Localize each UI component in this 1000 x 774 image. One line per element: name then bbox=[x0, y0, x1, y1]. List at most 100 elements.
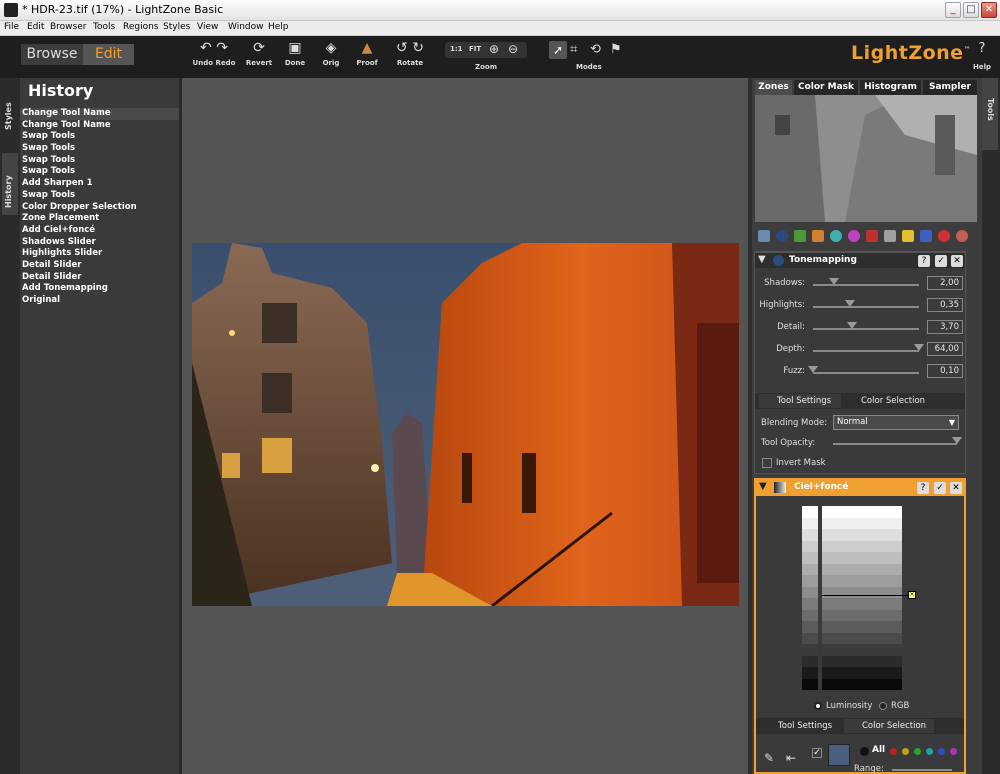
green-swatch[interactable] bbox=[914, 748, 921, 755]
tools-side-tab[interactable]: Tools bbox=[982, 78, 998, 150]
sharpen-icon[interactable] bbox=[794, 230, 806, 242]
select-mode-icon[interactable]: ➚ bbox=[549, 41, 567, 59]
rgb-radio[interactable] bbox=[879, 702, 887, 710]
rotate-button[interactable]: ↺ ↻ Rotate bbox=[390, 40, 430, 67]
blending-mode-select[interactable]: Normal ▼ bbox=[833, 415, 959, 430]
hue-sat-icon[interactable] bbox=[848, 230, 860, 242]
slider-knob[interactable] bbox=[914, 344, 924, 351]
zone-step[interactable] bbox=[822, 655, 902, 667]
maximize-button[interactable]: □ bbox=[963, 2, 979, 18]
tab-color-selection[interactable]: Color Selection bbox=[843, 394, 933, 408]
eyedropper-icon[interactable]: ✎ bbox=[764, 751, 774, 765]
blur-icon[interactable] bbox=[884, 230, 896, 242]
close-icon[interactable]: ✕ bbox=[951, 255, 963, 267]
slider-knob[interactable] bbox=[845, 300, 856, 307]
close-icon[interactable]: ✕ bbox=[950, 482, 962, 494]
tab-tool-settings[interactable]: Tool Settings bbox=[760, 719, 842, 733]
invert-mask-checkbox[interactable] bbox=[762, 458, 772, 468]
zone-step[interactable] bbox=[822, 598, 902, 610]
history-item[interactable]: Change Tool Name bbox=[20, 108, 179, 120]
tool-opacity-slider[interactable] bbox=[952, 437, 962, 444]
noise-reduction-icon[interactable] bbox=[902, 230, 914, 242]
yellow-swatch[interactable] bbox=[902, 748, 909, 755]
history-item[interactable]: Swap Tools bbox=[20, 190, 179, 202]
slider-track[interactable] bbox=[813, 350, 919, 352]
zone-step[interactable] bbox=[822, 678, 902, 690]
slider-knob[interactable] bbox=[808, 366, 818, 373]
slider-value-field[interactable]: 3,70 bbox=[927, 320, 963, 334]
color-balance-icon[interactable] bbox=[830, 230, 842, 242]
orig-button[interactable]: ◈ Orig bbox=[311, 40, 351, 67]
menu-window[interactable]: Window bbox=[228, 22, 264, 32]
collapse-triangle-icon[interactable]: ▼ bbox=[758, 254, 766, 265]
zone-pin-handle[interactable]: × bbox=[908, 591, 916, 599]
tab-tool-settings[interactable]: Tool Settings bbox=[759, 394, 841, 408]
color-selection-checkbox[interactable]: ✓ bbox=[812, 748, 822, 758]
tab-color-mask[interactable]: Color Mask bbox=[794, 80, 858, 95]
edit-button[interactable]: Edit bbox=[83, 44, 134, 65]
history-item[interactable]: Add Sharpen 1 bbox=[20, 178, 179, 190]
relight-icon[interactable] bbox=[812, 230, 824, 242]
slider-track[interactable] bbox=[813, 328, 919, 330]
history-item[interactable]: Add Ciel+foncé bbox=[20, 225, 179, 237]
history-item[interactable]: Color Dropper Selection bbox=[20, 202, 179, 214]
minimize-button[interactable]: _ bbox=[945, 2, 961, 18]
zone-mapping-scale[interactable] bbox=[822, 506, 902, 690]
edited-photo[interactable] bbox=[192, 243, 739, 606]
zone-step[interactable] bbox=[822, 609, 902, 621]
blue-swatch[interactable] bbox=[938, 748, 945, 755]
zone-step[interactable] bbox=[822, 517, 902, 529]
slider-value-field[interactable]: 0,10 bbox=[927, 364, 963, 378]
tab-zones[interactable]: Zones bbox=[755, 80, 792, 95]
zone-step[interactable] bbox=[822, 667, 902, 679]
slider-knob[interactable] bbox=[847, 322, 858, 329]
zone-step[interactable] bbox=[822, 621, 902, 633]
reset-arrow-icon[interactable]: ⇤ bbox=[786, 751, 796, 765]
menu-file[interactable]: File bbox=[4, 22, 19, 32]
history-item[interactable]: Detail Slider bbox=[20, 272, 179, 284]
tool-opacity-track[interactable] bbox=[833, 443, 957, 445]
menu-view[interactable]: View bbox=[197, 22, 218, 32]
zone-step[interactable] bbox=[822, 644, 902, 656]
tonemapping-header[interactable]: ▼ Tonemapping ? ✓ ✕ bbox=[755, 252, 965, 268]
collapse-triangle-icon[interactable]: ▼ bbox=[759, 481, 767, 492]
zoom-fit-button[interactable]: FIT bbox=[469, 45, 481, 53]
history-item[interactable]: Change Tool Name bbox=[20, 120, 179, 132]
zone-step[interactable] bbox=[822, 563, 902, 575]
history-item[interactable]: Original bbox=[20, 295, 179, 307]
zoom-out-icon[interactable]: ⊖ bbox=[508, 42, 518, 56]
zone-step[interactable] bbox=[822, 632, 902, 644]
help-icon[interactable]: ? bbox=[917, 482, 929, 494]
revert-button[interactable]: ⟳ Revert bbox=[239, 40, 279, 67]
slider-track[interactable] bbox=[813, 372, 919, 374]
cyan-swatch[interactable] bbox=[926, 748, 933, 755]
channel-mixer-icon[interactable] bbox=[920, 230, 932, 242]
menu-tools[interactable]: Tools bbox=[93, 22, 115, 32]
slider-value-field[interactable]: 2,00 bbox=[927, 276, 963, 290]
history-item[interactable]: Swap Tools bbox=[20, 131, 179, 143]
close-button[interactable]: ✕ bbox=[981, 2, 997, 18]
zone-step[interactable] bbox=[822, 529, 902, 541]
menu-styles[interactable]: Styles bbox=[163, 22, 190, 32]
zone-step[interactable] bbox=[822, 552, 902, 564]
red-eye-icon[interactable] bbox=[938, 230, 950, 242]
history-item[interactable]: Add Tonemapping bbox=[20, 283, 179, 295]
enable-checkbox[interactable]: ✓ bbox=[934, 482, 946, 494]
history-item[interactable]: Swap Tools bbox=[20, 155, 179, 167]
red-swatch[interactable] bbox=[890, 748, 897, 755]
slider-value-field[interactable]: 0,35 bbox=[927, 298, 963, 312]
luminosity-radio[interactable] bbox=[814, 702, 822, 710]
clone-icon[interactable] bbox=[956, 230, 968, 242]
zone-step[interactable] bbox=[822, 575, 902, 587]
history-item[interactable]: Shadows Slider bbox=[20, 237, 179, 249]
slider-knob[interactable] bbox=[829, 278, 840, 285]
proof-button[interactable]: ▲ Proof bbox=[347, 40, 387, 67]
help-icon[interactable]: ? bbox=[918, 255, 930, 267]
menu-edit[interactable]: Edit bbox=[27, 22, 44, 32]
tonemapping-icon[interactable] bbox=[776, 230, 788, 242]
history-item[interactable]: Swap Tools bbox=[20, 166, 179, 178]
menu-browser[interactable]: Browser bbox=[50, 22, 86, 32]
history-side-tab[interactable]: History bbox=[2, 153, 18, 215]
menu-help[interactable]: Help bbox=[268, 22, 289, 32]
zoom-1-1-button[interactable]: 1:1 bbox=[450, 45, 463, 53]
